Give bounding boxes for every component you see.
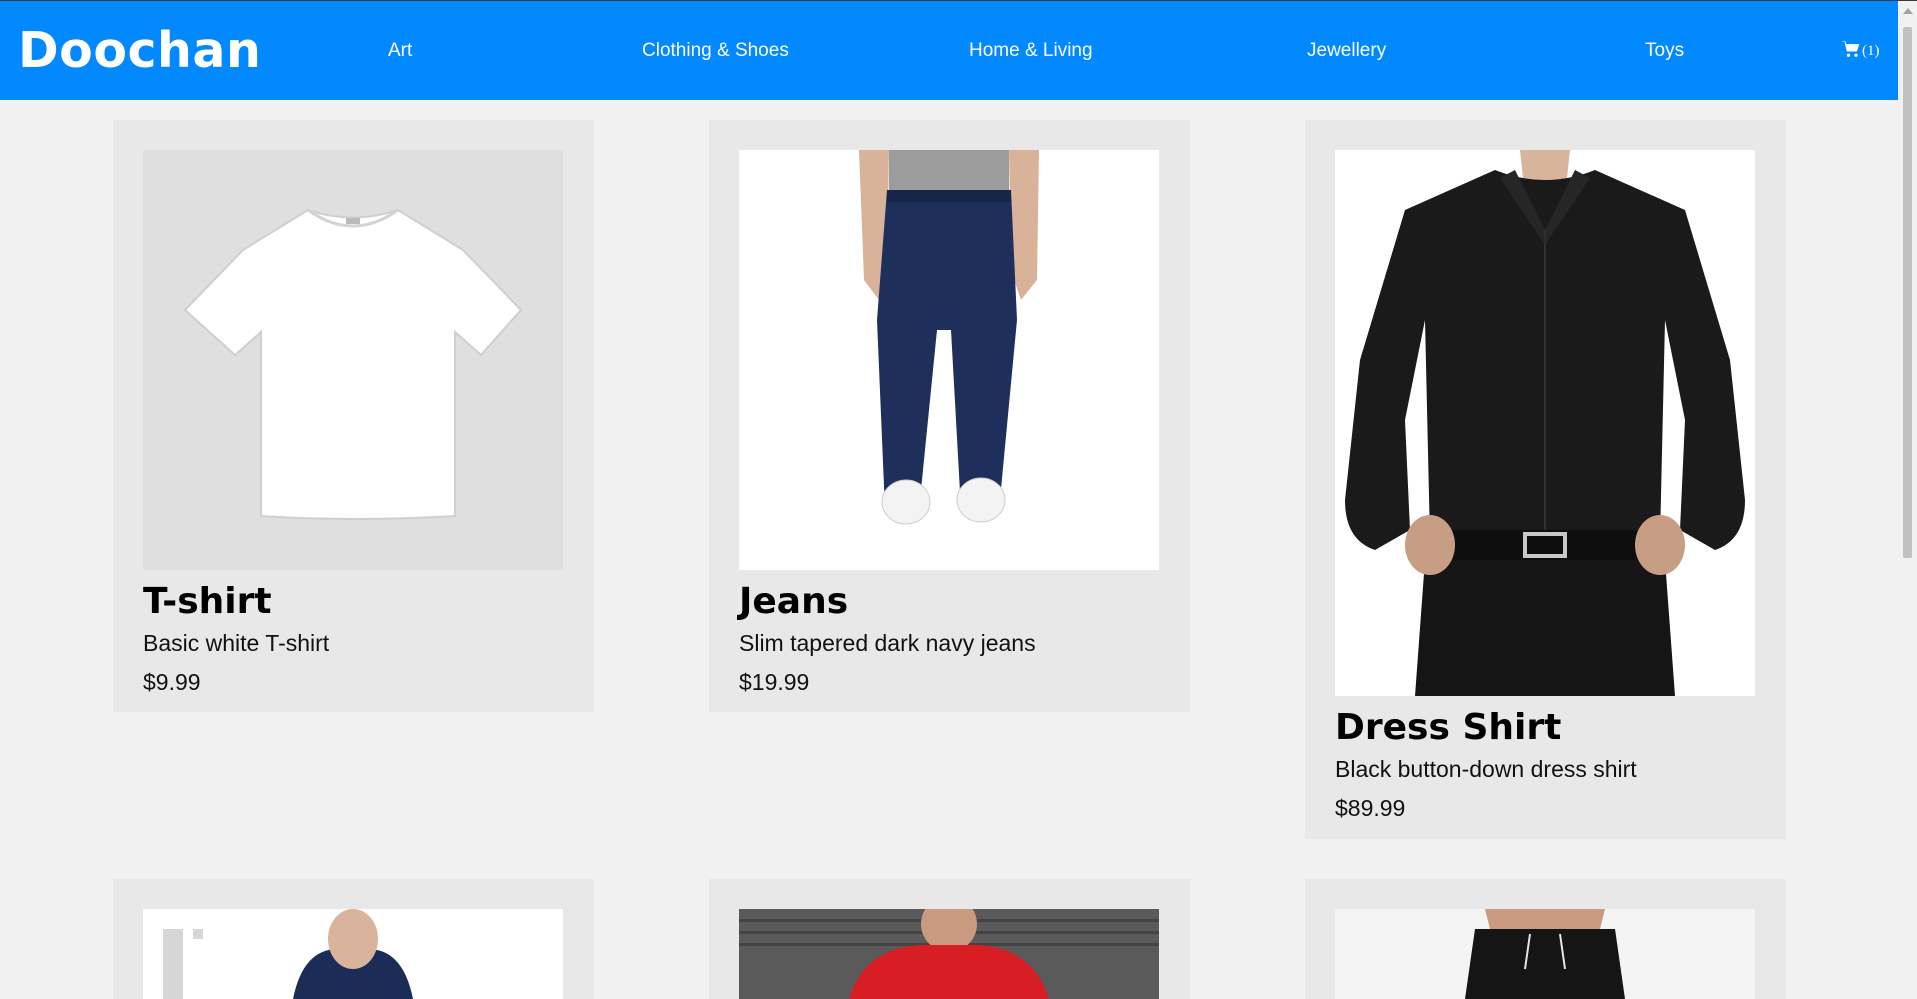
nav-link-jewellery[interactable]: Jewellery bbox=[1307, 39, 1386, 63]
product-card[interactable] bbox=[1305, 879, 1786, 999]
product-image-jeans[interactable] bbox=[739, 150, 1159, 570]
product-card[interactable] bbox=[113, 879, 594, 999]
product-image-red-tshirt[interactable] bbox=[739, 909, 1159, 999]
product-title[interactable]: Dress Shirt bbox=[1335, 708, 1561, 748]
product-description: Black button-down dress shirt bbox=[1335, 756, 1637, 782]
brand-logo[interactable]: Doochan bbox=[18, 25, 261, 77]
nav-link-toys[interactable]: Toys bbox=[1645, 39, 1684, 63]
scroll-up-arrow-icon[interactable] bbox=[1903, 8, 1913, 14]
top-navbar: Doochan Art Clothing & Shoes Home & Livi… bbox=[0, 1, 1898, 100]
cart-button[interactable]: (1) bbox=[1841, 39, 1880, 63]
product-price: $19.99 bbox=[739, 669, 810, 695]
product-image-polo[interactable] bbox=[143, 909, 563, 999]
product-card[interactable]: T-shirt Basic white T-shirt $9.99 bbox=[113, 120, 594, 712]
product-card[interactable]: Jeans Slim tapered dark navy jeans $19.9… bbox=[709, 120, 1190, 712]
nav-link-home-living[interactable]: Home & Living bbox=[969, 39, 1093, 63]
product-image-shorts[interactable] bbox=[1335, 909, 1755, 999]
product-title[interactable]: Jeans bbox=[739, 582, 848, 622]
product-title[interactable]: T-shirt bbox=[143, 582, 272, 622]
product-card[interactable]: Dress Shirt Black button-down dress shir… bbox=[1305, 120, 1786, 839]
scrollbar-thumb[interactable] bbox=[1903, 27, 1912, 558]
product-card[interactable] bbox=[709, 879, 1190, 999]
product-price: $9.99 bbox=[143, 669, 201, 695]
product-image-dress-shirt[interactable] bbox=[1335, 150, 1755, 696]
cart-icon bbox=[1841, 39, 1861, 63]
nav-link-art[interactable]: Art bbox=[388, 39, 412, 63]
product-description: Slim tapered dark navy jeans bbox=[739, 630, 1036, 656]
cart-count: (1) bbox=[1862, 42, 1880, 59]
product-price: $89.99 bbox=[1335, 795, 1406, 821]
nav-link-clothing-shoes[interactable]: Clothing & Shoes bbox=[642, 39, 789, 63]
product-description: Basic white T-shirt bbox=[143, 630, 330, 656]
product-image-tshirt[interactable] bbox=[143, 150, 563, 570]
